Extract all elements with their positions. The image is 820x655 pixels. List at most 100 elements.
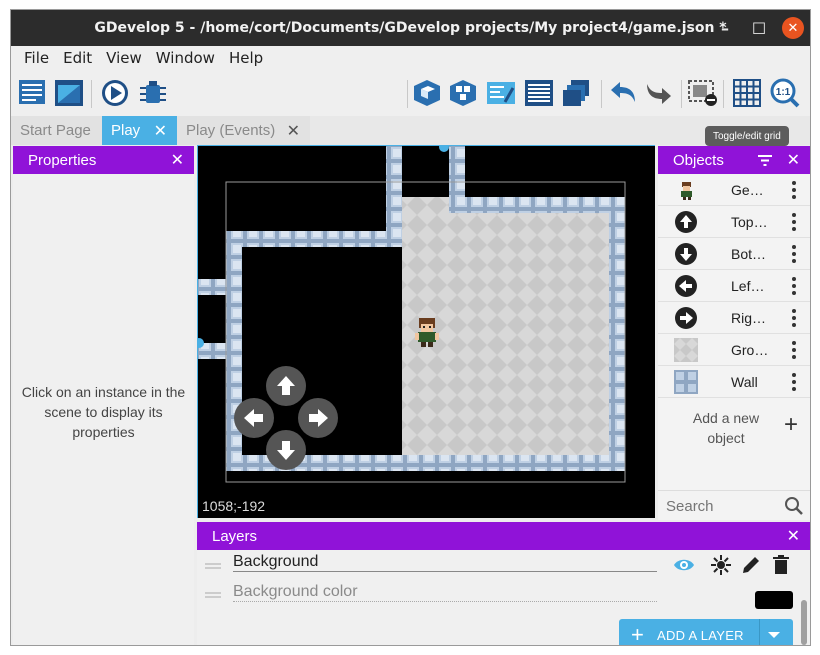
object-item[interactable]: Top… bbox=[658, 206, 810, 238]
properties-panel: Click on an instance in the scene to dis… bbox=[13, 174, 194, 645]
menu-help[interactable]: Help bbox=[222, 49, 270, 67]
object-item[interactable]: Rig… bbox=[658, 302, 810, 334]
layers-icon[interactable] bbox=[561, 78, 593, 108]
project-manager-icon[interactable] bbox=[17, 78, 49, 108]
instances-list-icon[interactable] bbox=[523, 78, 555, 108]
wall-tiles[interactable] bbox=[386, 145, 402, 231]
object-item[interactable]: Gro… bbox=[658, 334, 810, 366]
menu-edit[interactable]: Edit bbox=[56, 49, 99, 67]
close-window-button[interactable]: ✕ bbox=[776, 10, 810, 46]
wall-tiles[interactable] bbox=[226, 231, 402, 247]
object-item[interactable]: Lef… bbox=[658, 270, 810, 302]
tab-label: Start Page bbox=[20, 122, 91, 139]
hide-windows-icon[interactable] bbox=[687, 78, 719, 108]
object-item[interactable]: Ge… bbox=[658, 174, 810, 206]
menu-bar: File Edit View Window Help bbox=[11, 46, 810, 70]
close-tab-icon[interactable]: ✕ bbox=[287, 121, 300, 141]
tab-label: Play (Events) bbox=[186, 122, 276, 139]
more-options-icon[interactable] bbox=[792, 308, 796, 327]
layer-row-background[interactable]: Background bbox=[197, 552, 797, 578]
search-icon[interactable] bbox=[784, 496, 804, 516]
more-options-icon[interactable] bbox=[792, 276, 796, 295]
drag-handle-icon bbox=[205, 592, 221, 598]
app-window: GDevelop 5 - /home/cort/Documents/GDevel… bbox=[10, 9, 811, 646]
character-sprite-icon bbox=[681, 181, 692, 200]
properties-header: Properties ✕ bbox=[13, 146, 194, 174]
add-layer-button[interactable]: + ADD A LAYER bbox=[619, 619, 793, 646]
visibility-eye-icon[interactable] bbox=[673, 554, 695, 576]
layers-scrollbar[interactable] bbox=[801, 600, 807, 645]
menu-view[interactable]: View bbox=[99, 49, 149, 67]
layers-header: Layers ✕ bbox=[197, 522, 810, 550]
close-properties-icon[interactable]: ✕ bbox=[171, 150, 184, 170]
maximize-button[interactable]: ☐ bbox=[742, 10, 776, 46]
background-color-label: Background color bbox=[233, 583, 657, 602]
wall-tiles[interactable] bbox=[197, 343, 242, 359]
object-item[interactable]: Bot… bbox=[658, 238, 810, 270]
object-search bbox=[658, 490, 810, 520]
plus-icon: + bbox=[783, 411, 798, 438]
layer-name[interactable]: Background bbox=[233, 553, 657, 572]
add-layer-label: ADD A LAYER bbox=[657, 628, 744, 643]
drag-handle-icon[interactable] bbox=[205, 563, 221, 569]
object-groups-icon[interactable] bbox=[447, 78, 479, 108]
minimize-button[interactable]: – bbox=[708, 10, 742, 46]
scene-drawing bbox=[197, 145, 655, 518]
chevron-down-icon[interactable] bbox=[768, 632, 780, 638]
more-options-icon[interactable] bbox=[792, 372, 796, 391]
close-layers-icon[interactable]: ✕ bbox=[787, 526, 800, 546]
wall-tiles[interactable] bbox=[197, 279, 242, 295]
editor-tabs: Start Page Play ✕ Play (Events) ✕ bbox=[11, 116, 810, 145]
background-color-swatch[interactable] bbox=[755, 591, 793, 609]
lighting-icon[interactable] bbox=[710, 554, 732, 576]
redo-icon[interactable] bbox=[643, 78, 675, 108]
object-name: Gro… bbox=[731, 341, 769, 358]
toolbar-separator bbox=[723, 80, 724, 108]
debugger-icon[interactable] bbox=[137, 78, 169, 108]
ground-tile-icon bbox=[674, 337, 698, 362]
undo-icon[interactable] bbox=[607, 78, 639, 108]
tab-play[interactable]: Play ✕ bbox=[102, 116, 177, 145]
instance-properties-icon[interactable] bbox=[485, 78, 517, 108]
arrow-right-circle-icon bbox=[675, 306, 697, 329]
tab-play-events[interactable]: Play (Events) ✕ bbox=[177, 116, 310, 145]
more-options-icon[interactable] bbox=[792, 244, 796, 263]
edit-pencil-icon[interactable] bbox=[740, 554, 762, 576]
tab-label: Play bbox=[111, 122, 141, 139]
close-tab-icon[interactable]: ✕ bbox=[154, 121, 167, 141]
zoom-reset-label: 1:1 bbox=[776, 87, 791, 98]
wall-tiles[interactable] bbox=[449, 197, 622, 213]
grid-icon[interactable] bbox=[731, 78, 763, 108]
menu-window[interactable]: Window bbox=[149, 49, 222, 67]
scene-editor-icon[interactable] bbox=[53, 78, 85, 108]
filter-icon[interactable] bbox=[758, 155, 772, 166]
layer-row-background-color: Background color bbox=[197, 581, 797, 607]
window-title: GDevelop 5 - /home/cort/Documents/GDevel… bbox=[94, 20, 727, 36]
search-input[interactable] bbox=[666, 495, 776, 517]
wall-tiles[interactable] bbox=[609, 197, 625, 471]
object-name: Bot… bbox=[731, 245, 767, 262]
window-controls: – ☐ ✕ bbox=[708, 10, 810, 46]
toolbar-separator bbox=[407, 80, 408, 108]
objects-editor-icon[interactable] bbox=[411, 78, 443, 108]
more-options-icon[interactable] bbox=[792, 212, 796, 231]
more-options-icon[interactable] bbox=[792, 340, 796, 359]
tab-start-page[interactable]: Start Page bbox=[11, 116, 102, 145]
menu-file[interactable]: File bbox=[17, 49, 56, 67]
close-objects-icon[interactable]: ✕ bbox=[787, 150, 800, 170]
more-options-icon[interactable] bbox=[792, 180, 796, 199]
resize-handle[interactable] bbox=[439, 145, 449, 152]
add-object-button[interactable]: Add a new object + bbox=[658, 404, 810, 448]
wall-tiles[interactable] bbox=[449, 145, 465, 197]
delete-trash-icon[interactable] bbox=[770, 554, 792, 576]
plus-icon: + bbox=[631, 622, 644, 646]
scene-canvas[interactable]: 1058;-192 bbox=[197, 145, 655, 518]
toolbar-separator bbox=[681, 80, 682, 108]
layers-title: Layers bbox=[212, 527, 258, 545]
cursor-coordinates: 1058;-192 bbox=[202, 498, 266, 514]
objects-panel: Ge… Top… Bot… Lef… Rig… Gro… Wall Add a … bbox=[658, 174, 810, 520]
object-item[interactable]: Wall bbox=[658, 366, 810, 398]
preview-icon[interactable] bbox=[99, 78, 131, 108]
zoom-reset-icon[interactable]: 1:1 bbox=[769, 78, 801, 108]
arrow-left-circle-icon bbox=[675, 274, 697, 297]
